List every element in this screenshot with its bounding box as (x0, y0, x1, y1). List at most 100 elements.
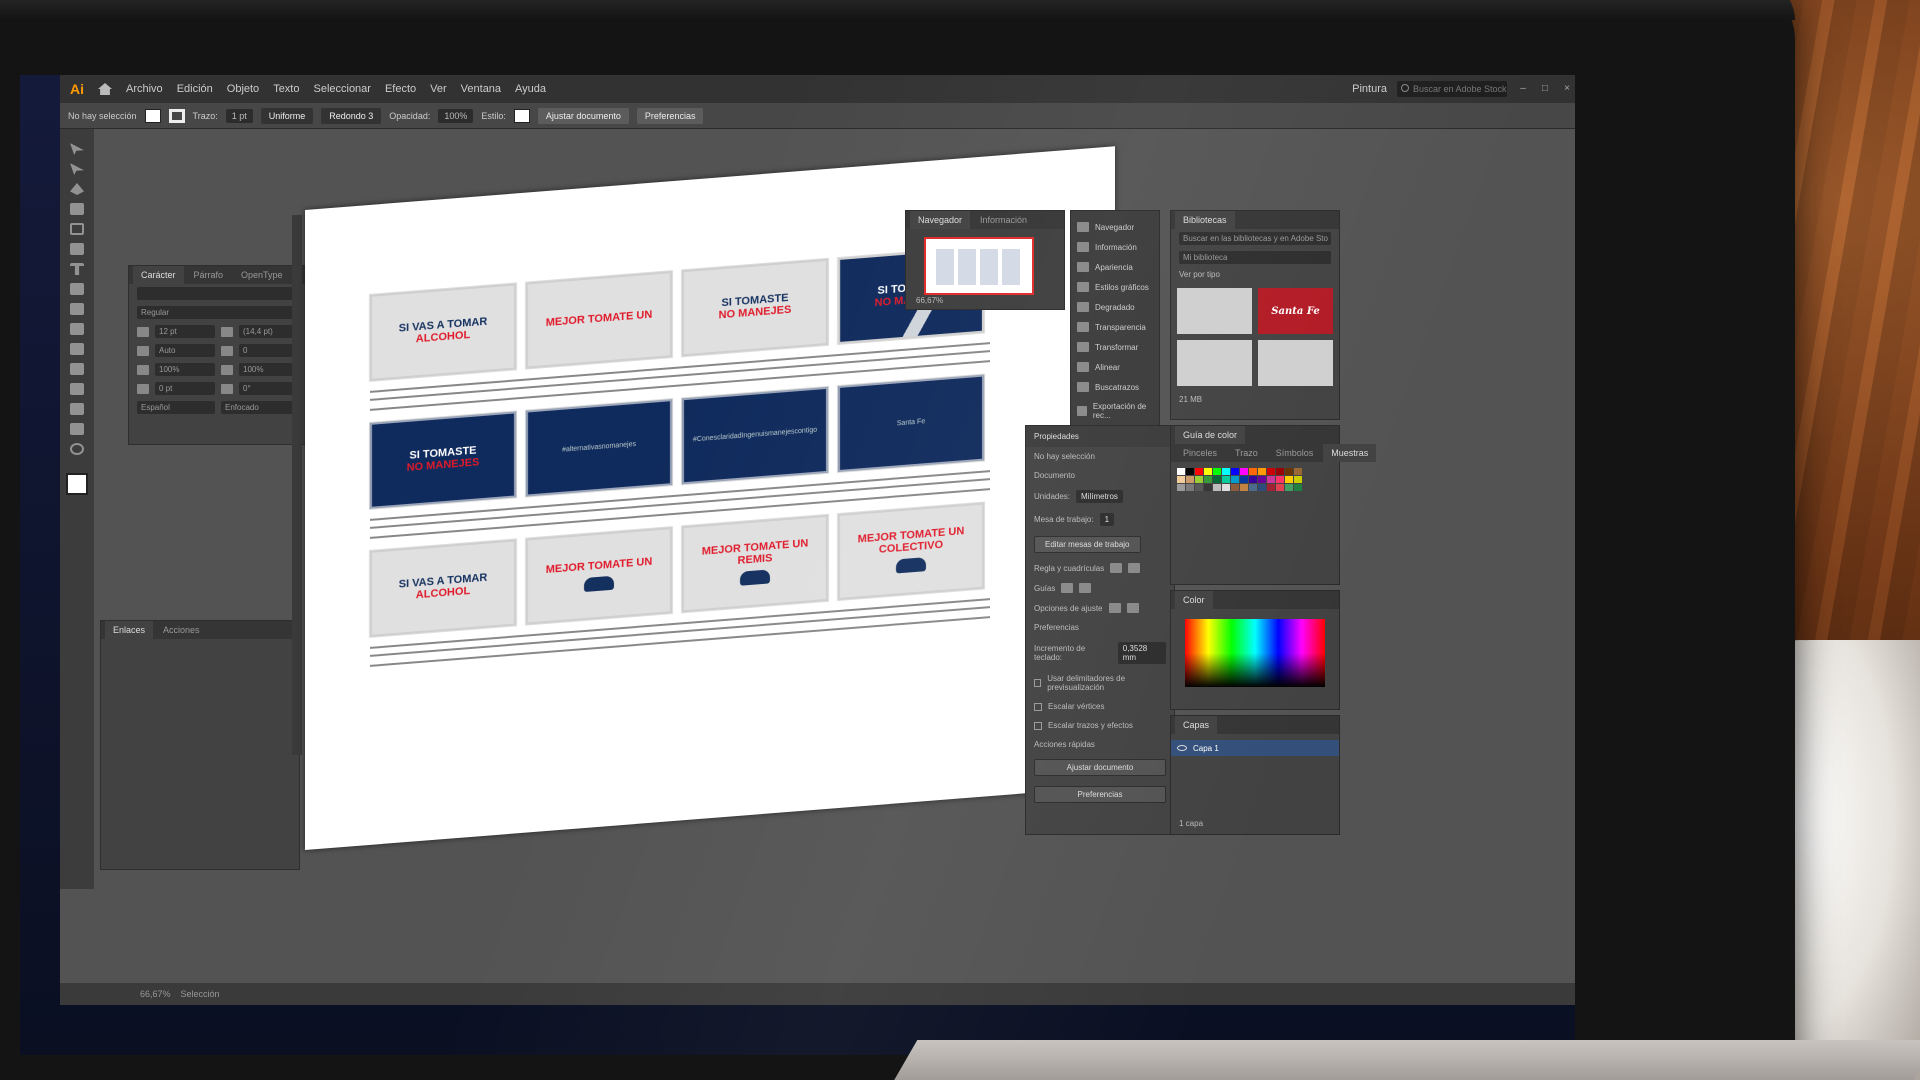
color-swatch[interactable] (1258, 484, 1266, 491)
leading-field[interactable]: (14,4 pt) (239, 325, 299, 338)
menu-edicion[interactable]: Edición (177, 83, 213, 95)
library-item[interactable] (1177, 340, 1252, 386)
stock-search-input[interactable]: Buscar en Adobe Stock (1397, 81, 1507, 97)
artboard[interactable]: MEJOR TOMATE UN REMIS (682, 514, 828, 613)
menu-archivo[interactable]: Archivo (126, 83, 163, 95)
dock-item[interactable]: Transparencia (1071, 317, 1159, 337)
eye-icon[interactable] (1177, 745, 1187, 751)
opacity-field[interactable]: 100% (438, 108, 474, 123)
color-swatch[interactable] (1267, 476, 1275, 483)
artboard[interactable]: SI VAS A TOMAR ALCOHOL (370, 283, 516, 381)
color-spectrum[interactable] (1185, 619, 1325, 687)
units-select[interactable]: Milímetros (1076, 490, 1123, 503)
dock-item[interactable]: Navegador (1071, 217, 1159, 237)
style-swatch[interactable] (513, 108, 530, 123)
hand-tool-icon[interactable] (70, 423, 84, 435)
artboard[interactable]: MEJOR TOMATE UN (526, 527, 672, 625)
color-swatch[interactable] (1231, 476, 1239, 483)
font-style-field[interactable]: Regular (137, 306, 299, 319)
stroke-weight-field[interactable]: 1 pt (225, 108, 253, 123)
color-swatch[interactable] (1276, 484, 1284, 491)
close-icon[interactable]: × (1561, 84, 1573, 94)
artboard[interactable]: SI TOMASTENO MANEJES (370, 411, 516, 509)
tab-enlaces[interactable]: Enlaces (105, 621, 154, 639)
type-tool-icon[interactable] (70, 263, 84, 275)
artboard[interactable]: SI TOMASTENO MANEJES (682, 258, 828, 357)
color-swatch[interactable] (1177, 468, 1185, 475)
dock-item[interactable]: Exportación de rec... (1071, 397, 1159, 425)
shape-builder-tool-icon[interactable] (70, 323, 84, 335)
color-swatch[interactable] (1222, 484, 1230, 491)
color-swatch[interactable] (1213, 468, 1221, 475)
brush-definition[interactable]: Redondo 3 (321, 107, 382, 124)
baseline-field[interactable]: 0 pt (155, 382, 215, 395)
rotate-tool-icon[interactable] (70, 283, 84, 295)
minimize-icon[interactable]: – (1517, 84, 1529, 94)
font-size-field[interactable]: 12 pt (155, 325, 215, 338)
tab-color[interactable]: Color (1175, 591, 1213, 609)
fit-document-button[interactable]: Ajustar documento (537, 107, 629, 124)
color-swatch[interactable] (1294, 484, 1302, 491)
menu-ayuda[interactable]: Ayuda (515, 83, 546, 95)
artboard[interactable]: SI VAS A TOMAR ALCOHOL (370, 539, 516, 637)
color-swatch[interactable] (1222, 476, 1230, 483)
library-item-santa-fe[interactable]: Santa Fe (1258, 288, 1333, 334)
layer-row[interactable]: Capa 1 (1171, 740, 1339, 756)
tab-muestras[interactable]: Muestras (1323, 444, 1377, 462)
rotation-field[interactable]: 0° (239, 382, 299, 395)
stroke-swatch[interactable] (168, 108, 185, 123)
color-swatch[interactable] (1258, 476, 1266, 483)
scale-strokes-checkbox[interactable] (1034, 721, 1042, 730)
preferences-button[interactable]: Preferencias (636, 107, 704, 124)
paintbrush-tool-icon[interactable] (70, 243, 84, 255)
view-by-type[interactable]: Ver por tipo (1179, 270, 1220, 279)
color-swatch[interactable] (1240, 468, 1248, 475)
preview-bounds-checkbox[interactable] (1034, 679, 1042, 687)
color-swatch[interactable] (1285, 468, 1293, 475)
color-swatch[interactable] (1285, 476, 1293, 483)
color-swatch[interactable] (1186, 484, 1194, 491)
color-swatch[interactable] (1267, 468, 1275, 475)
snap-pixel-icon[interactable] (1126, 603, 1139, 613)
tab-pinceles[interactable]: Pinceles (1175, 444, 1225, 462)
artboard[interactable]: #alternativasnomanejes (526, 399, 672, 497)
maximize-icon[interactable]: □ (1539, 84, 1551, 94)
language-select[interactable]: Español (137, 401, 215, 414)
tab-capas[interactable]: Capas (1175, 716, 1218, 734)
color-swatch[interactable] (1249, 468, 1257, 475)
color-swatch[interactable] (1285, 484, 1293, 491)
color-swatch[interactable] (1222, 468, 1230, 475)
fill-swatch[interactable] (144, 108, 161, 123)
color-swatch[interactable] (1240, 484, 1248, 491)
navigator-thumbnail[interactable] (924, 237, 1034, 295)
gradient-tool-icon[interactable] (70, 343, 84, 355)
color-swatch[interactable] (1204, 468, 1212, 475)
blend-tool-icon[interactable] (70, 383, 84, 395)
color-swatch[interactable] (1258, 468, 1266, 475)
library-item[interactable] (1177, 288, 1252, 334)
tab-parrafo[interactable]: Párrafo (186, 266, 232, 284)
libraries-search[interactable]: Buscar en las bibliotecas y en Adobe Sto (1179, 232, 1331, 245)
tab-trazo[interactable]: Trazo (1227, 444, 1266, 462)
vertical-scale-field[interactable]: 100% (155, 363, 215, 376)
tab-simbolos[interactable]: Símbolos (1268, 444, 1322, 462)
artboard-select[interactable]: 1 (1099, 513, 1115, 526)
home-icon[interactable] (98, 83, 112, 95)
dock-item[interactable]: Transformar (1071, 337, 1159, 357)
workspace-switcher[interactable]: Pintura (1352, 83, 1387, 95)
edit-artboards-button[interactable]: Editar mesas de trabajo (1034, 536, 1141, 553)
snap-point-icon[interactable] (1108, 603, 1121, 613)
color-swatch[interactable] (1294, 476, 1302, 483)
navigator-zoom[interactable]: 66,67% (916, 296, 943, 305)
dock-item[interactable]: Información (1071, 237, 1159, 257)
pen-tool-icon[interactable] (70, 183, 84, 195)
color-swatch[interactable] (1213, 476, 1221, 483)
color-swatch[interactable] (1195, 476, 1203, 483)
tab-navegador[interactable]: Navegador (910, 211, 971, 229)
curvature-tool-icon[interactable] (70, 203, 84, 215)
library-item[interactable] (1258, 340, 1333, 386)
tab-bibliotecas[interactable]: Bibliotecas (1175, 211, 1235, 229)
menu-texto[interactable]: Texto (273, 83, 299, 95)
artboard[interactable]: Santa Fe (838, 374, 984, 473)
color-swatch[interactable] (1186, 468, 1194, 475)
